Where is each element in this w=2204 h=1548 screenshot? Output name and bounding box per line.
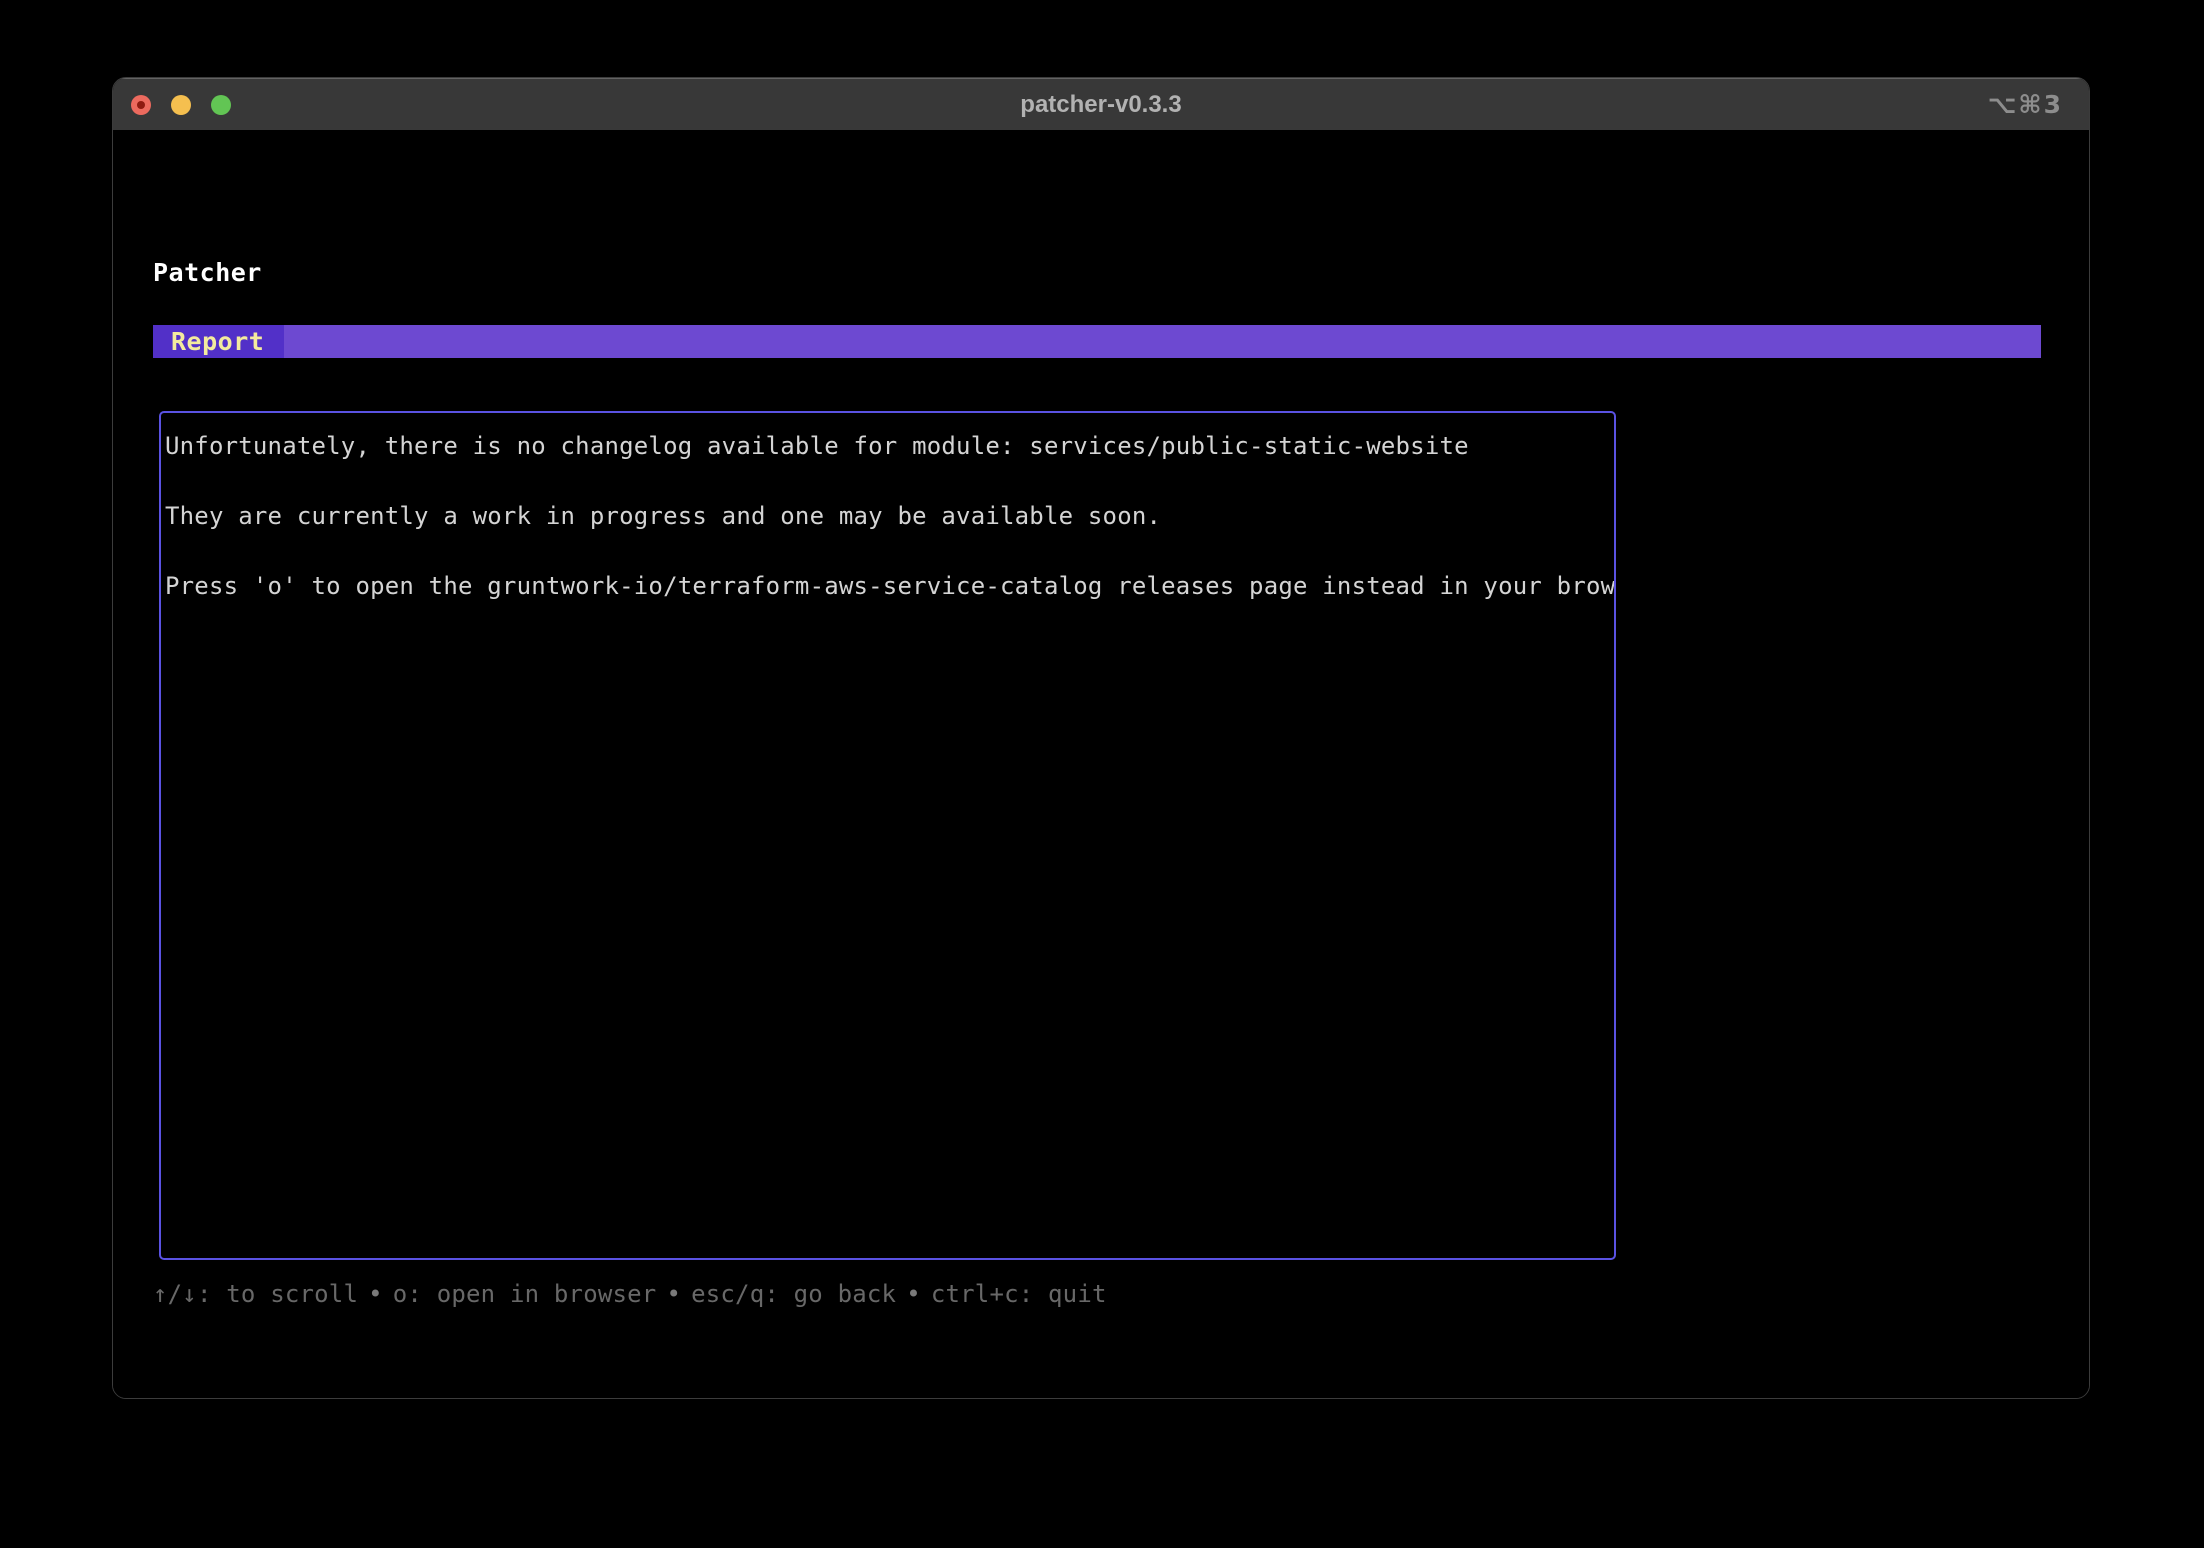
bullet-separator-icon: • [656, 1280, 691, 1308]
bullet-separator-icon: • [896, 1280, 931, 1308]
hint-scroll: ↑/↓: to scroll [153, 1280, 358, 1308]
changelog-line: They are currently a work in progress an… [165, 499, 1614, 534]
window-shortcut-badge: ⌥⌘3 [1988, 79, 2063, 131]
patcher-app-screen: Patcher Report Unfortunately, there is n… [113, 130, 2089, 1398]
zoom-button[interactable] [211, 95, 231, 115]
tab-report-label: Report [171, 327, 264, 356]
changelog-panel[interactable]: Unfortunately, there is no changelog ava… [159, 411, 1616, 1260]
tab-report[interactable]: Report [153, 325, 284, 358]
keybinding-help-bar: ↑/↓: to scroll•o: open in browser•esc/q:… [153, 1280, 1107, 1308]
window-title: patcher-v0.3.3 [113, 91, 2089, 119]
bullet-separator-icon: • [358, 1280, 393, 1308]
minimize-button[interactable] [171, 95, 191, 115]
hint-open-browser: o: open in browser [393, 1280, 657, 1308]
tab-bar: Report [153, 325, 2041, 358]
traffic-lights [113, 95, 231, 115]
terminal-window: patcher-v0.3.3 ⌥⌘3 Patcher Report Unfort… [112, 77, 2090, 1399]
changelog-line: Unfortunately, there is no changelog ava… [165, 429, 1614, 464]
page-title: Patcher [153, 258, 262, 287]
window-titlebar[interactable]: patcher-v0.3.3 ⌥⌘3 [113, 78, 2089, 130]
close-button[interactable] [131, 95, 151, 115]
hint-go-back: esc/q: go back [691, 1280, 896, 1308]
changelog-line: Press 'o' to open the gruntwork-io/terra… [165, 569, 1614, 604]
hint-quit: ctrl+c: quit [931, 1280, 1107, 1308]
